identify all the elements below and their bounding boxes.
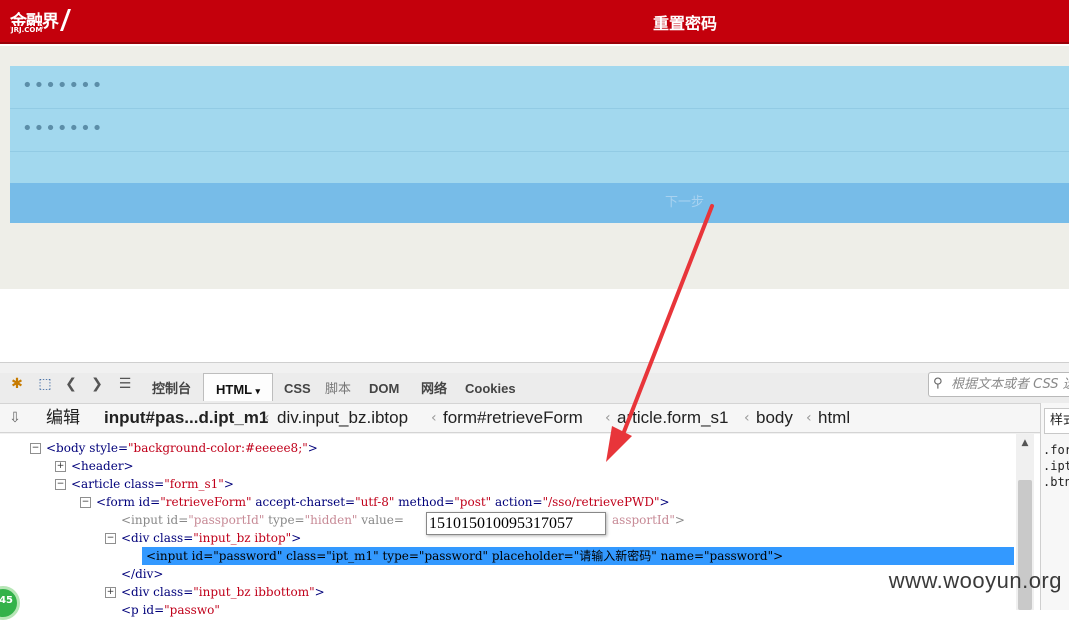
tab-console[interactable]: 控制台 xyxy=(152,373,191,401)
breadcrumb-item-body[interactable]: body xyxy=(756,406,793,430)
tree-node-article[interactable]: <article class="form_s1"> xyxy=(71,475,234,493)
tree-node-div-ibbottom[interactable]: <div class="input_bz ibbottom"> xyxy=(121,583,325,601)
tab-script[interactable]: 脚本 xyxy=(325,373,351,401)
list-expand-icon[interactable]: ☰ xyxy=(116,375,134,393)
tab-dom[interactable]: DOM xyxy=(369,373,399,401)
collapse-toggle-icon[interactable]: − xyxy=(80,497,91,508)
tab-cookies[interactable]: Cookies xyxy=(465,373,516,401)
new-password-input[interactable]: ••••••• xyxy=(10,66,1069,109)
tab-html-label: HTML xyxy=(215,382,252,397)
tree-node-hidden-input[interactable]: <input id="passportId" type="hidden" val… xyxy=(121,511,404,529)
breadcrumb-separator-icon: ‹ xyxy=(605,410,611,426)
breadcrumb-item-article[interactable]: article.form_s1 xyxy=(617,406,728,430)
jrj-logo[interactable]: 金融界 JRJ.COM xyxy=(10,7,72,37)
tree-node-form[interactable]: <form id="retrieveForm" accept-charset="… xyxy=(96,493,670,511)
edit-button[interactable]: 编辑 xyxy=(46,406,80,430)
breadcrumb-item-input[interactable]: input#pas...d.ipt_m1 xyxy=(104,406,268,430)
forward-arrow-icon[interactable]: ❯ xyxy=(90,375,104,393)
breadcrumb-separator-icon: ‹ xyxy=(806,410,812,426)
form-spacer-row xyxy=(10,152,1069,183)
search-icon: ⚲ xyxy=(933,376,943,391)
tree-node-header[interactable]: <header> xyxy=(71,457,134,475)
tree-node-body[interactable]: <body style="background-color:#eeeee8;"> xyxy=(46,439,318,457)
page-title: 重置密码 xyxy=(652,14,717,33)
scroll-up-icon[interactable]: ▲ xyxy=(1018,436,1032,450)
site-header xyxy=(0,0,1069,44)
breadcrumb-separator-icon: ‹ xyxy=(431,410,437,426)
tab-network[interactable]: 网络 xyxy=(421,373,447,401)
tab-css[interactable]: CSS xyxy=(284,373,311,401)
tab-html[interactable]: HTML ▾ xyxy=(203,373,273,401)
expand-toggle-icon[interactable]: + xyxy=(105,587,116,598)
breadcrumb-separator-icon: ‹ xyxy=(264,410,270,426)
style-rule[interactable]: .ipt xyxy=(1043,459,1069,473)
style-rule[interactable]: .form xyxy=(1043,443,1069,457)
breadcrumb-item-html[interactable]: html xyxy=(818,406,850,430)
tree-node-div-close[interactable]: </div> xyxy=(121,565,163,583)
collapse-toggle-icon[interactable]: − xyxy=(55,479,66,490)
logo-subtext: JRJ.COM xyxy=(11,26,43,34)
breadcrumb-item-form[interactable]: form#retrieveForm xyxy=(443,406,583,430)
value-tooltip: 151015010095317057 xyxy=(426,512,606,535)
watermark: www.wooyun.org xyxy=(888,568,1062,593)
breadcrumb-item-div[interactable]: div.input_bz.ibtop xyxy=(277,406,408,430)
devtools-search-input[interactable]: 根据文本或者 CSS 选 xyxy=(928,372,1069,397)
firebug-bug-icon[interactable]: ✱ xyxy=(8,375,26,393)
collapse-toggle-icon[interactable]: − xyxy=(105,533,116,544)
tree-node-hidden-input-tail: assportId"> xyxy=(612,513,685,527)
confirm-password-input[interactable]: ••••••• xyxy=(10,109,1069,152)
pane-toggle-icon[interactable]: ⇩ xyxy=(8,409,22,427)
tab-style[interactable]: 样式 xyxy=(1044,408,1069,434)
inspect-element-icon[interactable]: ⬚ xyxy=(36,375,54,393)
expand-toggle-icon[interactable]: + xyxy=(55,461,66,472)
breadcrumb-separator-icon: ‹ xyxy=(744,410,750,426)
tab-html-dropdown-icon: ▾ xyxy=(255,386,261,396)
style-rule[interactable]: .btn xyxy=(1043,475,1069,489)
tree-node-div-ibtop[interactable]: <div class="input_bz ibtop"> xyxy=(121,529,301,547)
back-arrow-icon[interactable]: ❮ xyxy=(64,375,78,393)
next-step-button[interactable]: 下一步 xyxy=(10,183,1069,223)
tree-node-p[interactable]: <p id="passwo" xyxy=(121,601,220,619)
collapse-toggle-icon[interactable]: − xyxy=(30,443,41,454)
tree-node-password-input[interactable]: <input id="password" class="ipt_m1" type… xyxy=(146,547,783,565)
